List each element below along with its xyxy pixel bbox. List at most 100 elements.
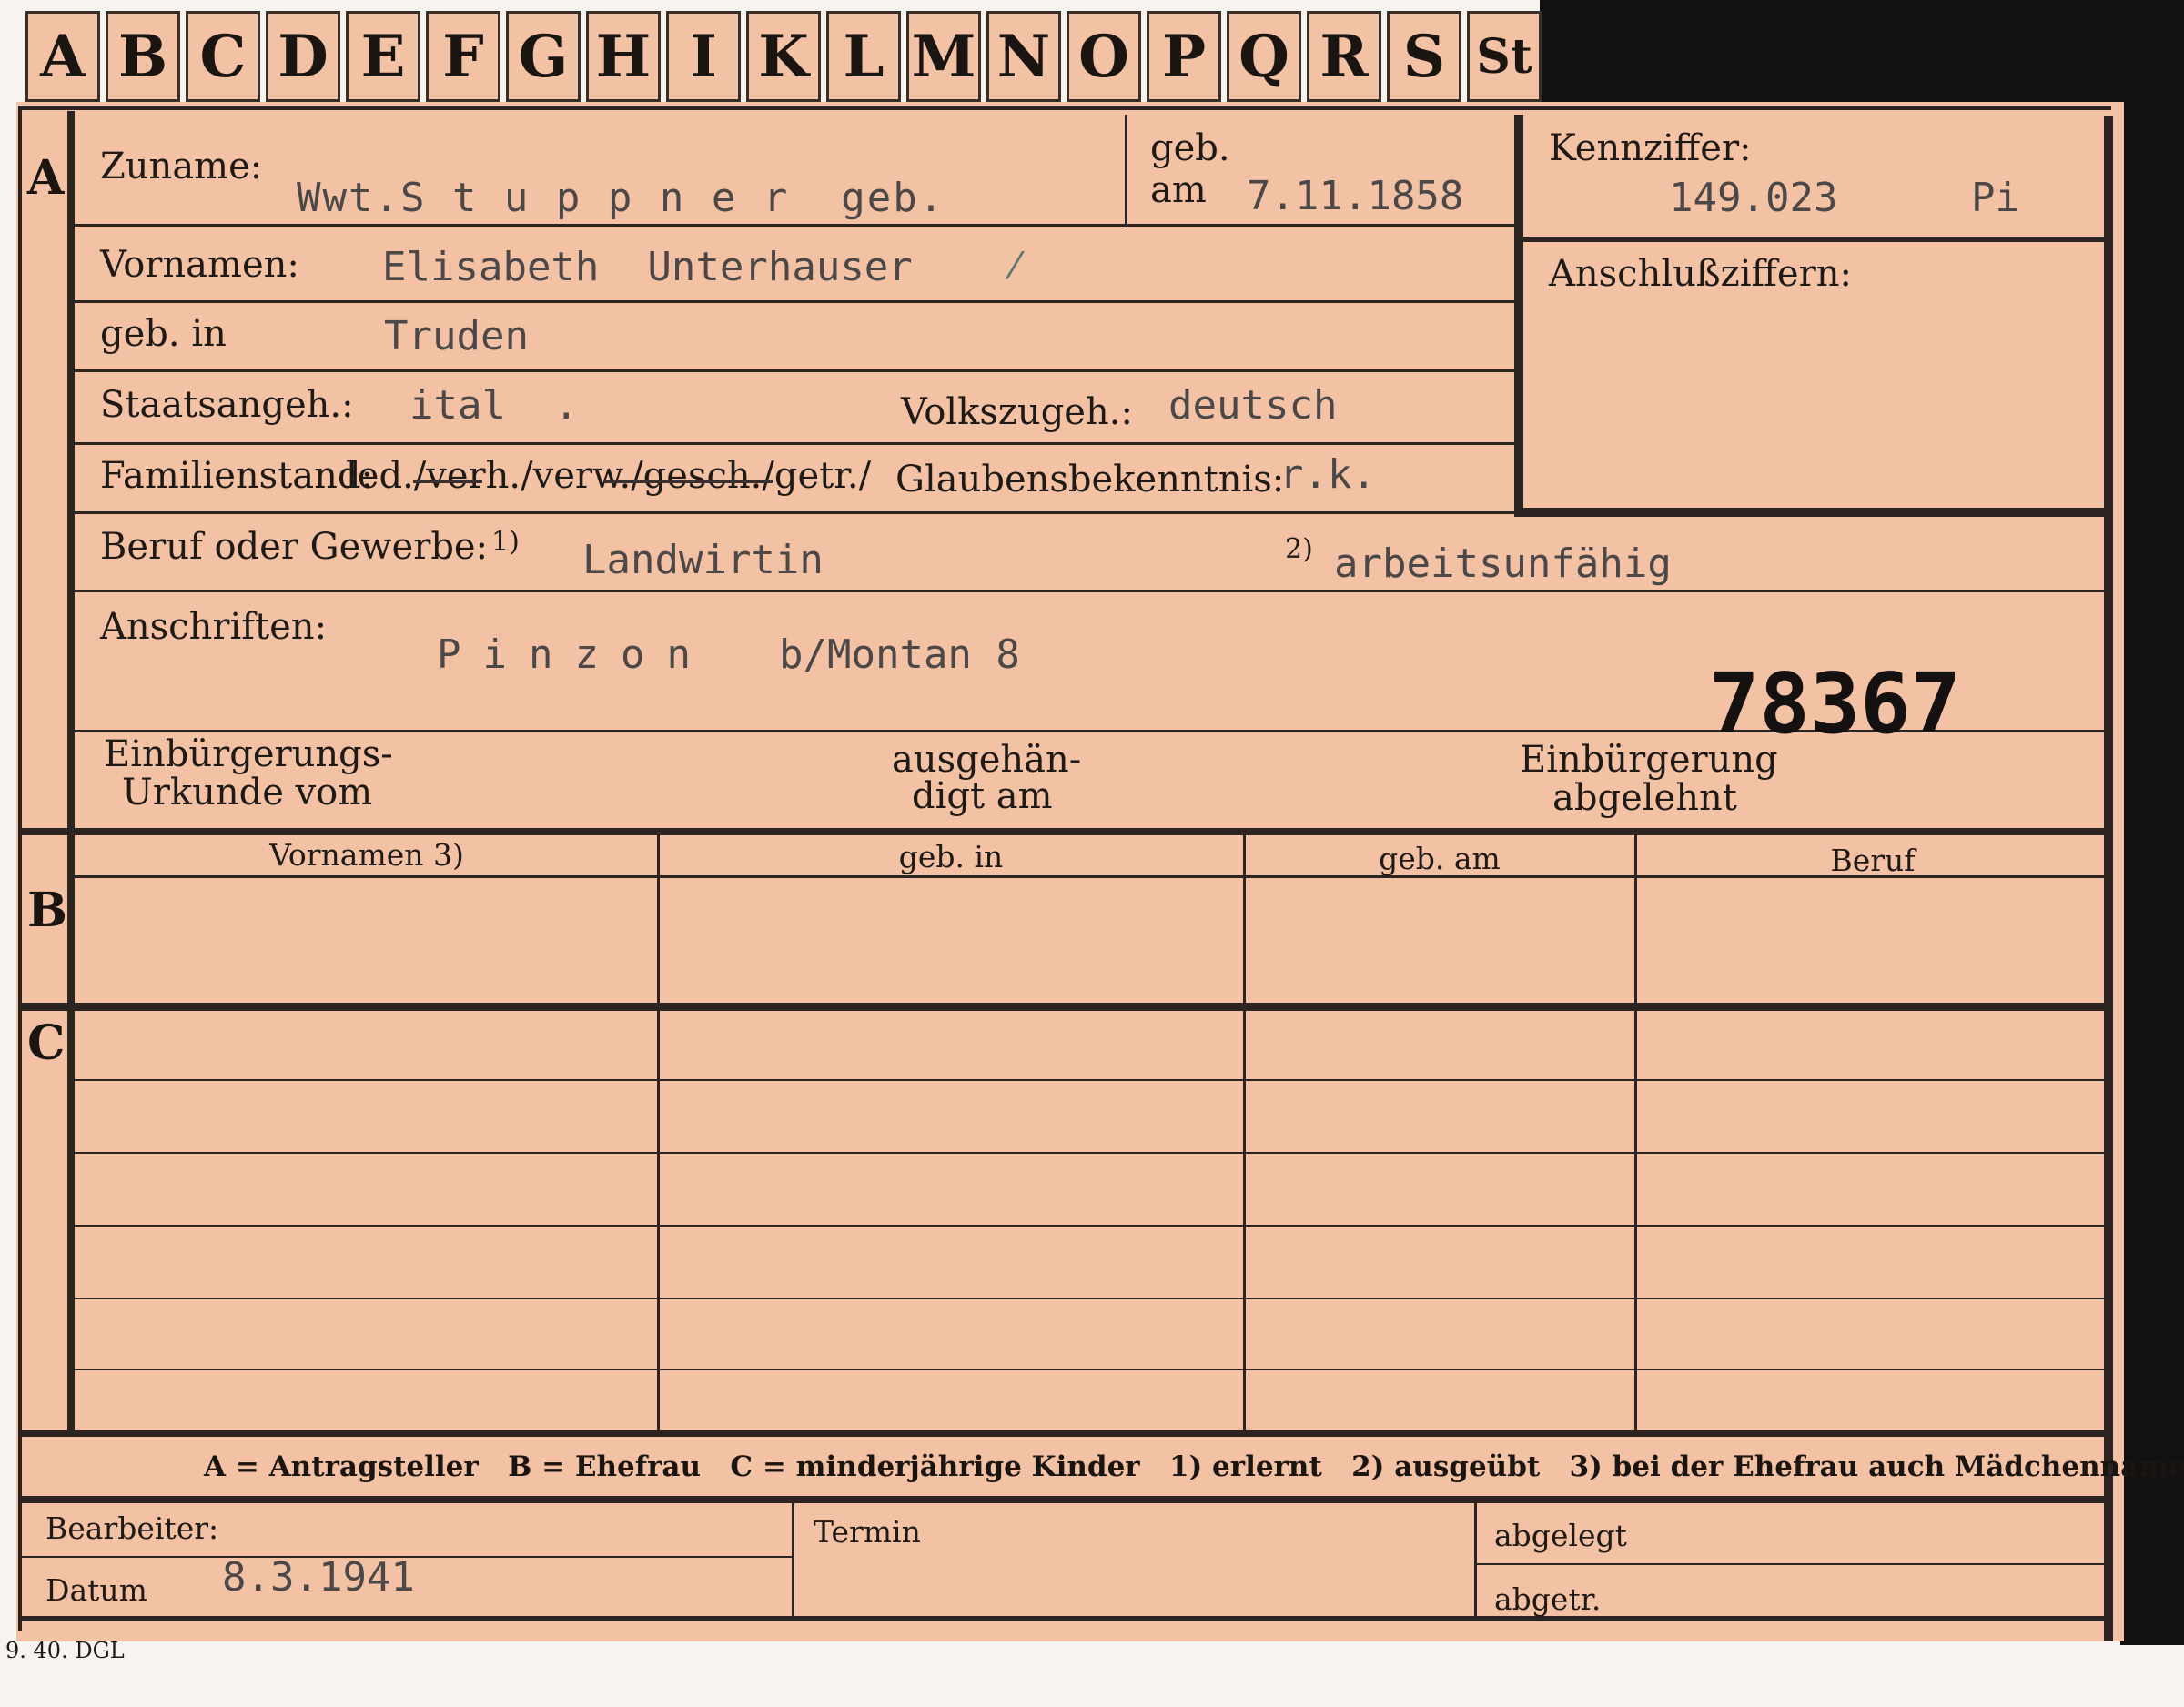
label-geb-am-1: geb. bbox=[1150, 127, 1230, 169]
line-geb-divider bbox=[1125, 115, 1127, 227]
line-section-bc-divider bbox=[67, 828, 75, 1434]
background-right-edge bbox=[2120, 116, 2184, 1645]
line-table-col1 bbox=[657, 835, 660, 1434]
label-geb-in: geb. in bbox=[100, 313, 227, 355]
alphabet-tab-p[interactable]: P bbox=[1147, 11, 1221, 102]
alphabet-tab-q[interactable]: Q bbox=[1227, 11, 1301, 102]
alphabet-tab-a[interactable]: A bbox=[25, 11, 100, 102]
strike-gesch-getr bbox=[604, 480, 774, 483]
label-staatsangeh: Staatsangeh.: bbox=[100, 384, 354, 426]
line-c-row5 bbox=[75, 1369, 2111, 1370]
label-einbuergerung-urkunde-1: Einbürgerungs- bbox=[104, 733, 393, 775]
label-geb-am-2: am bbox=[1150, 169, 1207, 211]
value-anschrift-ort: Pinzon bbox=[437, 631, 713, 678]
line-c-row4 bbox=[75, 1298, 2111, 1299]
value-anschrift-rest: b/Montan 8 bbox=[779, 631, 1020, 678]
value-glaubensbekenntnis: r.k. bbox=[1279, 451, 1376, 498]
line-c-row3 bbox=[75, 1225, 2111, 1227]
alphabet-tab-st[interactable]: St bbox=[1467, 11, 1542, 102]
line-section-a-bottom bbox=[18, 828, 2111, 835]
header-vornamen: Vornamen 3) bbox=[269, 837, 464, 873]
registration-card: A B C D E F G H I K L M N O P Q R S St A B C Zuname: geb. … bbox=[0, 0, 2184, 1707]
check-mark: ⁄ bbox=[1012, 246, 1018, 288]
label-datum: Datum bbox=[46, 1572, 147, 1608]
label-bearbeiter: Bearbeiter: bbox=[46, 1510, 219, 1546]
line-gebin-bottom bbox=[75, 369, 1514, 372]
label-abgetr: abgetr. bbox=[1494, 1581, 1602, 1617]
line-right-border bbox=[2104, 116, 2113, 1641]
line-card-top bbox=[18, 106, 2111, 110]
alphabet-tab-e[interactable]: E bbox=[346, 11, 420, 102]
label-kennziffer: Kennziffer: bbox=[1549, 127, 1752, 169]
header-beruf: Beruf bbox=[1830, 843, 1916, 878]
line-kennziffer-bottom bbox=[1523, 237, 2111, 242]
alphabet-tab-n[interactable]: N bbox=[986, 11, 1061, 102]
label-volkszugeh: Volkszugeh.: bbox=[901, 391, 1133, 433]
label-zuname: Zuname: bbox=[100, 146, 263, 187]
label-beruf: Beruf oder Gewerbe: bbox=[100, 526, 489, 568]
label-anschriften: Anschriften: bbox=[100, 606, 328, 648]
value-volkszugeh: deutsch bbox=[1168, 382, 1338, 429]
label-vornamen: Vornamen: bbox=[100, 244, 299, 286]
familienstand-options: led./verh./verw./gesch./getr./ bbox=[346, 455, 872, 497]
alphabet-tab-r[interactable]: R bbox=[1307, 11, 1381, 102]
line-left-border bbox=[18, 106, 22, 1631]
line-card-bottom bbox=[18, 1616, 2111, 1621]
alphabet-tab-l[interactable]: L bbox=[826, 11, 901, 102]
alphabet-tab-k[interactable]: K bbox=[746, 11, 821, 102]
alphabet-tab-d[interactable]: D bbox=[266, 11, 340, 102]
value-vornamen: Elisabeth Unterhauser bbox=[382, 244, 913, 290]
label-glaubensbekenntnis: Glaubensbekenntnis: bbox=[895, 459, 1285, 500]
legend: A = Antragsteller B = Ehefrau C = minder… bbox=[204, 1450, 2184, 1483]
value-kennziffer-suffix: Pi bbox=[1971, 175, 2019, 221]
alphabet-tab-g[interactable]: G bbox=[506, 11, 581, 102]
line-c-row1 bbox=[75, 1079, 2111, 1081]
section-a-letter: A bbox=[27, 150, 65, 206]
alphabet-tab-i[interactable]: I bbox=[666, 11, 741, 102]
label-ausgehaendigt-2: digt am bbox=[912, 775, 1053, 817]
line-c-row2 bbox=[75, 1152, 2111, 1154]
label-einbuergerung-abgelehnt-2: abgelehnt bbox=[1552, 777, 1737, 819]
line-footer-col1 bbox=[792, 1501, 794, 1618]
alphabet-tab-b[interactable]: B bbox=[106, 11, 180, 102]
line-section-c-bottom bbox=[18, 1430, 2111, 1437]
alphabet-tab-h[interactable]: H bbox=[586, 11, 661, 102]
line-footer-col2 bbox=[1474, 1501, 1477, 1618]
alphabet-tab-c[interactable]: C bbox=[186, 11, 260, 102]
line-familie-bottom bbox=[75, 511, 2111, 514]
label-einbuergerung-urkunde-2: Urkunde vom bbox=[122, 772, 373, 813]
header-geb-in: geb. in bbox=[898, 839, 1004, 874]
label-anschlussziffern: Anschlußziffern: bbox=[1549, 253, 1852, 295]
line-abgelegt-bottom bbox=[1476, 1563, 2111, 1565]
stamp-number: 78367 bbox=[1709, 655, 1961, 752]
value-zuname: Wwt.S t u p p n e r geb. bbox=[297, 175, 945, 221]
line-zuname-bottom bbox=[75, 224, 1514, 227]
line-table-col3 bbox=[1634, 835, 1637, 1434]
label-familienstand: Familienstand: bbox=[100, 455, 373, 497]
alphabet-tab-s[interactable]: S bbox=[1387, 11, 1461, 102]
strike-verh bbox=[413, 480, 482, 483]
value-geb-am: 7.11.1858 bbox=[1247, 173, 1464, 219]
line-section-b-bottom bbox=[18, 1003, 2111, 1011]
line-legend-bottom bbox=[18, 1496, 2111, 1503]
line-staat-bottom bbox=[75, 442, 1514, 445]
value-zuname-text: Wwt.S t u p p n e r geb. bbox=[297, 175, 945, 221]
beruf-note-1: 1) bbox=[491, 526, 520, 558]
value-staatsangeh: ital . bbox=[410, 382, 579, 429]
line-vornamen-bottom bbox=[75, 300, 1514, 303]
alphabet-tab-m[interactable]: M bbox=[906, 11, 981, 102]
section-b-letter: B bbox=[27, 883, 67, 938]
line-kennziffer-divider bbox=[1514, 115, 1523, 517]
footer-code: 9. 40. DGL bbox=[5, 1638, 125, 1663]
line-table-col2 bbox=[1243, 835, 1246, 1434]
value-datum: 8.3.1941 bbox=[222, 1554, 415, 1601]
label-termin: Termin bbox=[814, 1514, 921, 1550]
beruf-note-2: 2) bbox=[1285, 533, 1313, 565]
background-top-right bbox=[1540, 0, 2184, 116]
value-geb-in: Truden bbox=[384, 313, 529, 359]
value-beruf-ausgeuebt: arbeitsunfähig bbox=[1334, 540, 1672, 587]
alphabet-tab-f[interactable]: F bbox=[426, 11, 500, 102]
alphabet-tab-o[interactable]: O bbox=[1067, 11, 1141, 102]
value-beruf-erlernt: Landwirtin bbox=[582, 537, 824, 583]
label-abgelegt: abgelegt bbox=[1494, 1518, 1627, 1553]
